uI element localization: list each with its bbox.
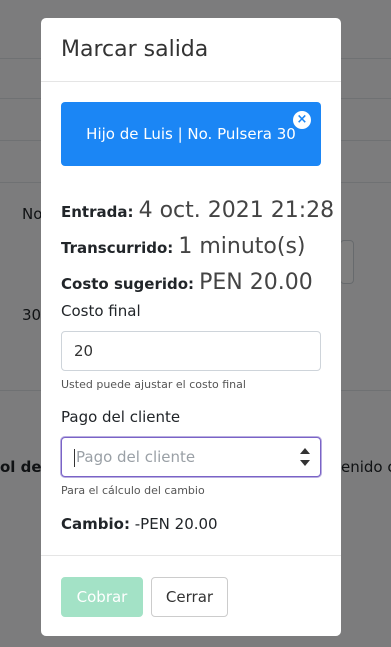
pago-cliente-help: Para el cálculo del cambio <box>61 484 205 497</box>
costo-final-value: 20 <box>74 342 94 360</box>
cambio-value: -PEN 20.00 <box>134 515 218 533</box>
pago-cliente-placeholder: Pago del cliente <box>76 448 196 466</box>
costo-sugerido-label: Costo sugerido: <box>61 275 195 293</box>
cambio-row: Cambio: -PEN 20.00 <box>61 515 218 533</box>
modal-footer: Cobrar Cerrar <box>41 555 341 636</box>
cerrar-button[interactable]: Cerrar <box>151 577 228 617</box>
transcurrido-value: 1 minuto(s) <box>178 234 306 259</box>
cobrar-button[interactable]: Cobrar <box>61 577 143 617</box>
entrada-row: Entrada: 4 oct. 2021 21:28 <box>61 198 334 223</box>
costo-sugerido-value: PEN 20.00 <box>199 270 313 295</box>
costo-sugerido-row: Costo sugerido: PEN 20.00 <box>61 270 313 295</box>
number-spinner[interactable] <box>300 448 310 466</box>
entrada-label: Entrada: <box>61 203 134 221</box>
modal-header: Marcar salida <box>41 18 341 82</box>
wristband-alert: Hijo de Luis | No. Pulsera 30 × <box>61 102 321 166</box>
text-caret <box>74 448 75 467</box>
transcurrido-row: Transcurrido: 1 minuto(s) <box>61 234 306 259</box>
close-icon[interactable]: × <box>293 111 311 129</box>
costo-final-input[interactable]: 20 <box>61 331 321 371</box>
entrada-value: 4 oct. 2021 21:28 <box>138 198 335 223</box>
increment-arrow-icon[interactable] <box>300 448 310 454</box>
pago-cliente-input[interactable]: Pago del cliente <box>61 437 321 477</box>
alert-text: Hijo de Luis | No. Pulsera 30 <box>86 125 296 143</box>
costo-final-label: Costo final <box>61 302 141 320</box>
modal-title: Marcar salida <box>61 37 209 62</box>
cambio-label: Cambio: <box>61 515 130 533</box>
checkout-modal: Marcar salida Hijo de Luis | No. Pulsera… <box>41 18 341 636</box>
costo-final-help: Usted puede ajustar el costo final <box>61 378 246 391</box>
modal-body: Hijo de Luis | No. Pulsera 30 × Entrada:… <box>41 82 341 555</box>
pago-cliente-label: Pago del cliente <box>61 408 181 426</box>
decrement-arrow-icon[interactable] <box>300 460 310 466</box>
transcurrido-label: Transcurrido: <box>61 239 174 257</box>
